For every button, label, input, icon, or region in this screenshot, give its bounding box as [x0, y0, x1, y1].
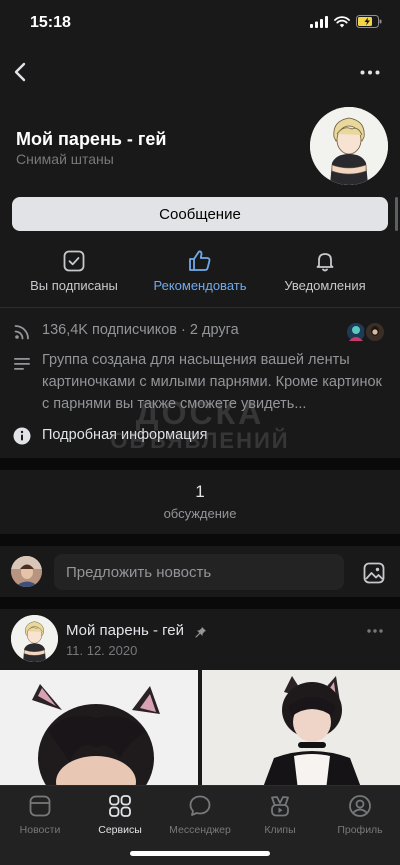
post-author-name[interactable]: Мой парень - гей [66, 622, 184, 639]
recommend-label: Рекомендовать [153, 278, 247, 293]
community-description: Группа создана для насыщения вашей ленты… [42, 352, 382, 412]
status-time: 15:18 [30, 14, 71, 31]
more-horizontal-icon [367, 629, 383, 633]
tab-messenger[interactable]: Мессенджер [160, 793, 240, 836]
nav-bar [0, 52, 400, 92]
community-name: Мой парень - гей [16, 129, 167, 149]
info-icon [12, 426, 32, 446]
tab-messenger-label: Мессенджер [169, 824, 231, 836]
section-divider [0, 458, 400, 470]
post-photo[interactable] [202, 670, 400, 790]
clips-icon [271, 796, 289, 817]
status-icons [310, 15, 382, 33]
signal-waves-icon [12, 322, 32, 342]
post-more-button[interactable] [366, 626, 384, 636]
home-indicator[interactable] [130, 851, 270, 856]
profile-icon [349, 795, 371, 817]
community-status: Снимай штаны [16, 151, 114, 167]
post-author-avatar[interactable] [11, 615, 58, 662]
more-button[interactable] [358, 64, 382, 80]
recommend-button[interactable]: Рекомендовать [135, 245, 265, 293]
community-avatar[interactable] [310, 107, 388, 185]
suggest-news-input[interactable]: Предложить новость [54, 554, 344, 590]
friend-avatar [364, 321, 386, 343]
image-icon [363, 562, 385, 584]
pin-icon [195, 625, 207, 638]
action-row: Вы подписаны Рекомендовать Уведомления [0, 245, 400, 300]
section-divider [0, 534, 400, 546]
discussions-label[interactable]: обсуждение [0, 506, 400, 521]
messenger-icon [189, 795, 211, 816]
bell-icon [316, 253, 334, 272]
notifications-label: Уведомления [284, 278, 366, 293]
divider [0, 307, 400, 308]
signal-icon [310, 15, 328, 33]
wifi-icon [334, 15, 350, 33]
tab-news[interactable]: Новости [0, 793, 80, 836]
tab-profile-label: Профиль [337, 824, 383, 836]
notifications-button[interactable]: Уведомления [260, 245, 390, 293]
thumbs-up-icon [189, 250, 211, 271]
scrollbar[interactable] [395, 197, 398, 231]
subscribed-label: Вы подписаны [30, 278, 118, 293]
chevron-left-icon [14, 62, 26, 82]
tab-clips-label: Клипы [264, 824, 296, 836]
tab-clips[interactable]: Клипы [240, 793, 320, 836]
checkbox-icon [63, 250, 85, 272]
more-horizontal-icon [360, 70, 380, 74]
more-info-link[interactable]: Подробная информация [42, 427, 207, 443]
post-date: 11. 12. 2020 [66, 643, 138, 658]
section-divider [0, 597, 400, 609]
friends-avatars[interactable] [345, 321, 387, 343]
status-bar: 15:18 [0, 0, 400, 48]
message-button[interactable]: Сообщение [12, 197, 388, 231]
post-photo[interactable] [0, 670, 198, 790]
tab-profile[interactable]: Профиль [320, 793, 400, 836]
subscribed-button[interactable]: Вы подписаны [9, 245, 139, 293]
text-lines-icon [12, 354, 32, 374]
discussions-count[interactable]: 1 [0, 482, 400, 502]
user-avatar[interactable] [11, 556, 42, 587]
battery-icon [356, 15, 382, 33]
tab-services[interactable]: Сервисы [80, 793, 160, 836]
back-button[interactable] [8, 58, 32, 86]
tab-services-label: Сервисы [98, 824, 142, 836]
tab-news-label: Новости [19, 824, 61, 836]
news-icon [29, 795, 51, 817]
add-photo-button[interactable] [362, 561, 386, 585]
subscribers-count[interactable]: 136,4K подписчиков · 2 друга [42, 322, 239, 338]
services-icon [109, 795, 131, 817]
